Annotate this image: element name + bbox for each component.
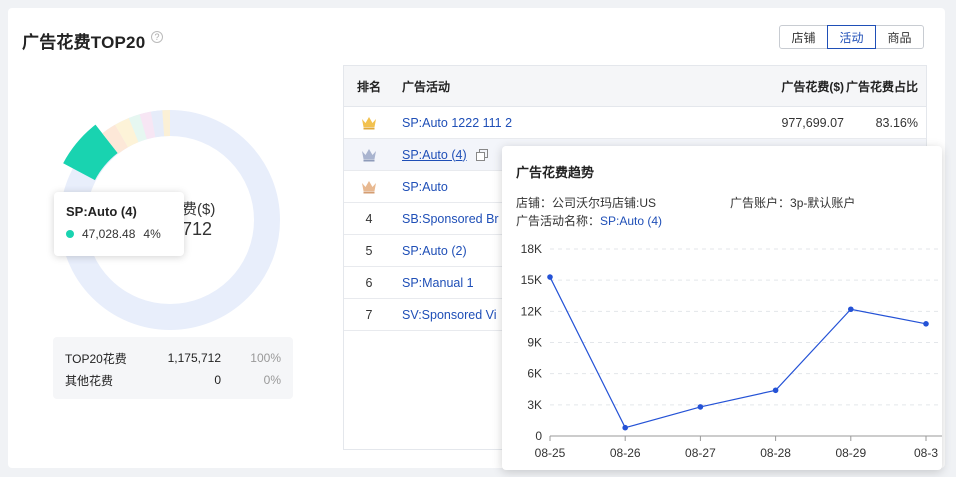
x-tick-label: 08-3 <box>914 446 938 460</box>
spend-trend-chart: 0 3K 6K 9K 12K 15K 18K 08-25 08-26 08-27 08-28 08-2… <box>521 242 942 460</box>
y-tick-label: 0 <box>535 429 542 443</box>
donut-tooltip-pct: 4% <box>143 227 161 241</box>
x-tick-label: 08-25 <box>535 446 566 460</box>
rank-cell: 5 <box>365 243 373 258</box>
donut-center-value: 712 <box>182 219 213 239</box>
table-row: SP:Auto 1222 111 2 977,699.07 83.16% <box>344 107 926 139</box>
data-point[interactable] <box>848 306 854 313</box>
rank-cell <box>344 148 394 162</box>
data-point[interactable] <box>697 404 704 410</box>
spend-trend-popover: 广告花费趋势 店铺：公司沃尔玛店铺:US 广告账户：3p-默认账户 广告活动名称… <box>502 146 942 470</box>
donut-segment-highlight[interactable] <box>63 124 119 181</box>
header-spend[interactable]: 广告花费($) <box>694 78 844 95</box>
donut-tooltip-title: SP:Auto (4) <box>66 204 137 219</box>
tab-product[interactable]: 商品 <box>875 25 924 49</box>
data-point[interactable] <box>923 321 929 327</box>
summary-pct: 100% <box>250 351 281 365</box>
summary-label: 其他花费 <box>65 373 114 388</box>
table-header: 排名 广告活动 广告花费($) 广告花费占比 <box>344 66 926 107</box>
summary-value: 0 <box>214 373 221 387</box>
donut-segment[interactable] <box>128 114 148 143</box>
bronze-crown-icon <box>362 180 376 193</box>
y-tick-label: 9K <box>527 336 542 350</box>
x-tick-label: 08-28 <box>760 446 791 460</box>
y-tick-label: 15K <box>521 273 542 287</box>
rank-cell: 4 <box>365 211 373 226</box>
data-point[interactable] <box>547 274 553 280</box>
y-tick-label: 3K <box>527 398 542 412</box>
summary-label: TOP20花费 <box>65 351 127 366</box>
campaign-link[interactable]: SP:Auto 1222 111 2 <box>394 116 694 130</box>
rank-cell <box>344 116 394 130</box>
tab-campaign[interactable]: 活动 <box>827 25 876 49</box>
donut-tooltip: SP:Auto (4) 47,028.48 4% <box>54 192 184 256</box>
ratio-cell: 83.16% <box>875 115 918 130</box>
header-ratio[interactable]: 广告花费占比 <box>844 78 926 95</box>
dimension-tabs: 店铺 活动 商品 <box>779 25 924 49</box>
x-tick-label: 08-29 <box>835 446 866 460</box>
x-tick-label: 08-26 <box>610 446 641 460</box>
donut-segment[interactable] <box>139 111 156 140</box>
campaign-link[interactable]: SP:Auto (4) <box>402 148 467 162</box>
donut-segment[interactable] <box>150 110 165 138</box>
silver-crown-icon <box>362 148 376 161</box>
header-campaign: 广告活动 <box>402 79 451 94</box>
summary-row-other: 其他花费 0 0% <box>65 369 281 391</box>
data-point[interactable] <box>622 424 628 431</box>
spend-cell: 977,699.07 <box>781 115 844 130</box>
rank-cell: 6 <box>365 275 373 290</box>
donut-segment[interactable] <box>115 118 139 148</box>
y-tick-label: 12K <box>521 304 542 318</box>
x-tick-label: 08-27 <box>685 446 716 460</box>
page-title: 广告花费TOP20 <box>22 33 146 52</box>
donut-segment[interactable] <box>102 124 129 154</box>
data-point[interactable] <box>772 387 779 394</box>
donut-tooltip-value: 47,028.48 <box>82 227 136 241</box>
donut-center-label: 费($) <box>182 201 216 218</box>
help-icon[interactable]: ? <box>151 31 163 43</box>
y-tick-label: 6K <box>527 367 542 381</box>
summary-pct: 0% <box>263 373 281 387</box>
header-rank: 排名 <box>356 79 381 94</box>
rank-cell <box>344 180 394 194</box>
spend-summary: TOP20花费 1,175,712 100% 其他花费 0 0% <box>53 337 293 399</box>
rank-cell: 7 <box>365 307 373 322</box>
summary-value: 1,175,712 <box>167 351 221 365</box>
y-tick-label: 18K <box>521 242 542 256</box>
gold-crown-icon <box>362 116 376 129</box>
series-dot-icon <box>66 230 74 238</box>
tab-store[interactable]: 店铺 <box>779 25 828 49</box>
donut-tooltip-row: 47,028.48 4% <box>66 227 172 241</box>
summary-row-top20: TOP20花费 1,175,712 100% <box>65 347 281 369</box>
copy-icon[interactable] <box>476 149 489 162</box>
